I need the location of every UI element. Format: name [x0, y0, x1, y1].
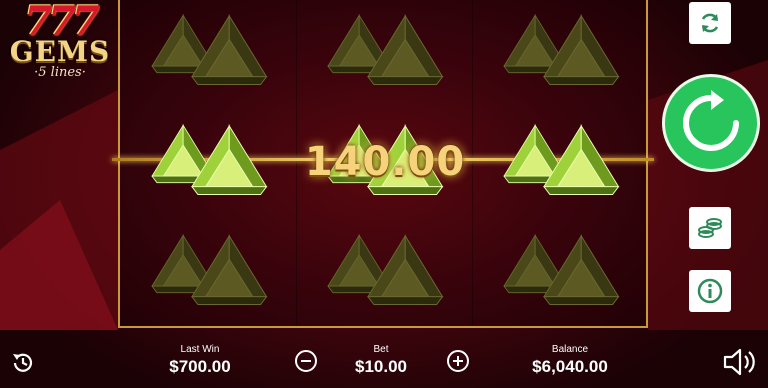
gem-symbol-cell — [148, 232, 288, 322]
green-gem-pair-icon — [327, 233, 444, 306]
green-gem-pair-icon — [327, 13, 444, 86]
green-gem-pair-icon — [151, 233, 268, 306]
speaker-icon[interactable] — [722, 346, 758, 378]
bet-value: $10.00 — [355, 357, 407, 376]
plus-icon[interactable] — [446, 349, 470, 373]
autoplay-button[interactable] — [689, 2, 731, 44]
last-win-label: Last Win — [180, 344, 220, 355]
coins-icon — [698, 218, 722, 238]
logo-title: GEMS — [9, 35, 111, 68]
reel-divider — [472, 0, 473, 326]
gem-symbol-cell — [324, 12, 464, 102]
last-win-value: $700.00 — [169, 357, 231, 376]
last-win-display: Last Win $700.00 — [150, 344, 250, 378]
green-gem-pair-icon — [151, 13, 268, 86]
spin-arrow-icon — [683, 90, 739, 151]
refresh-icon — [701, 13, 719, 33]
gem-symbol-cell — [500, 122, 640, 212]
balance-value: $6,040.00 — [532, 357, 608, 376]
bet-coins-button[interactable] — [689, 207, 731, 249]
gem-symbol-cell — [500, 232, 640, 322]
history-icon[interactable] — [10, 350, 36, 376]
info-icon — [697, 278, 723, 304]
info-button[interactable] — [689, 270, 731, 312]
logo-subtitle: ·5 lines· — [34, 65, 86, 80]
gem-symbol-cell — [500, 12, 640, 102]
gem-symbol-cell — [324, 232, 464, 322]
bet-label: Bet — [373, 344, 389, 355]
spin-button[interactable] — [662, 74, 760, 172]
gem-symbol-cell — [148, 12, 288, 102]
bottom-bar: Last Win $700.00 Bet $10.00 Balance $6,0… — [0, 336, 768, 388]
green-gem-pair-icon — [503, 233, 620, 306]
reel-divider — [296, 0, 297, 326]
win-amount: 140.00 — [304, 139, 466, 185]
green-gem-pair-icon — [503, 13, 620, 86]
balance-label: Balance — [551, 344, 589, 355]
game-logo: 777 GEMS ·5 lines· — [8, 2, 112, 90]
gem-symbol-cell — [148, 122, 288, 212]
balance-display: Balance $6,040.00 — [510, 344, 630, 378]
green-gem-pair-icon — [503, 123, 620, 196]
bet-display: Bet $10.00 — [336, 344, 426, 378]
minus-icon[interactable] — [294, 349, 318, 373]
green-gem-pair-icon — [151, 123, 268, 196]
